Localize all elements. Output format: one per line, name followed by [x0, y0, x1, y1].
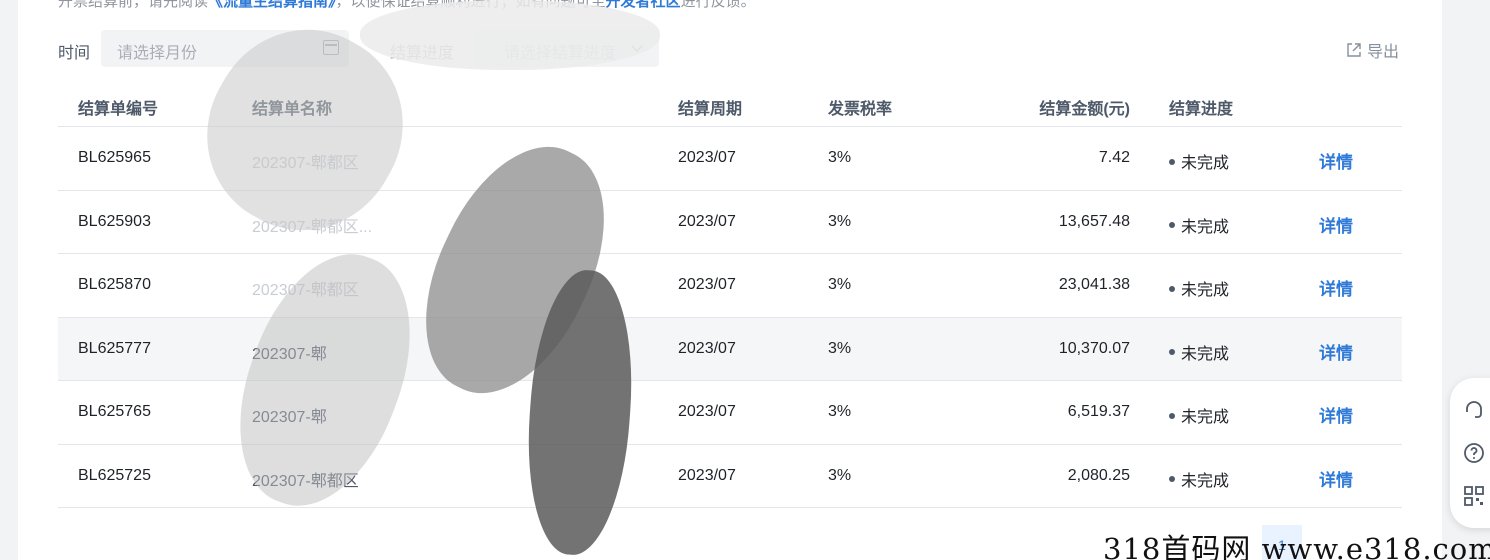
- settlement-period: 2023/07: [678, 149, 736, 166]
- month-picker[interactable]: 请选择月份: [101, 30, 349, 67]
- status-text: 未完成: [1181, 282, 1230, 299]
- settlement-period: 2023/07: [678, 403, 736, 420]
- settlement-amount: 2,080.25: [1067, 466, 1130, 484]
- settlement-name: 202307-郫都区: [252, 155, 359, 172]
- settlement-status: 未完成: [1169, 213, 1229, 237]
- settlement-name: 202307-郫都区: [252, 472, 359, 490]
- notice-suffix: 进行反馈。: [680, 0, 756, 10]
- table-row: BL625777 202307-郫 2023/07 3% 10,370.07 未…: [58, 317, 1402, 381]
- tax-rate: 3%: [828, 149, 852, 166]
- detail-link[interactable]: 详情: [1319, 339, 1353, 364]
- settlement-notice: 开票结算前，请先阅读《流量主结算指南》，以便保证结算顺利进行；如有问题可至开发者…: [58, 0, 756, 11]
- settlement-id: BL625870: [78, 276, 151, 293]
- col-header-tax: 发票税率: [828, 101, 893, 118]
- settlement-name: 202307-郫: [252, 409, 327, 426]
- settlement-name: 202307-郫都区: [252, 282, 359, 299]
- settlement-period: 2023/07: [678, 466, 736, 484]
- status-dot-icon: [1169, 476, 1175, 483]
- notice-middle: ，以便保证结算顺利进行；如有问题可至: [335, 0, 606, 10]
- headset-icon[interactable]: [1462, 398, 1486, 422]
- progress-select[interactable]: 请选择结算进度: [474, 30, 659, 67]
- help-icon[interactable]: [1462, 441, 1486, 465]
- detail-link[interactable]: 详情: [1319, 275, 1353, 300]
- table-row: BL625870 202307-郫都区 2023/07 3% 23,041.38…: [58, 254, 1402, 318]
- col-header-amount: 结算金额(元): [1039, 101, 1130, 118]
- tax-rate: 3%: [828, 339, 852, 357]
- side-toolbar: [1450, 378, 1490, 528]
- status-text: 未完成: [1181, 345, 1230, 363]
- settlement-period: 2023/07: [678, 212, 736, 230]
- progress-filter-label: 结算进度: [390, 45, 455, 62]
- settlement-period: 2023/07: [678, 276, 736, 293]
- detail-link[interactable]: 详情: [1319, 402, 1353, 427]
- settlement-status: 未完成: [1169, 340, 1229, 364]
- settlement-amount: 23,041.38: [1058, 276, 1130, 293]
- settlement-id: BL625965: [78, 149, 151, 166]
- tax-rate: 3%: [828, 466, 852, 484]
- table-row: BL625765 202307-郫 2023/07 3% 6,519.37 未完…: [58, 381, 1402, 445]
- settlement-table: 结算单编号 结算单名称 结算周期 发票税率 结算金额(元) 结算进度 BL625…: [58, 82, 1402, 508]
- status-dot-icon: [1169, 222, 1175, 229]
- col-header-status: 结算进度: [1169, 101, 1234, 118]
- export-label: 导出: [1367, 44, 1400, 61]
- tax-rate: 3%: [828, 276, 852, 293]
- table-row: BL625725 202307-郫都区 2023/07 3% 2,080.25 …: [58, 445, 1402, 508]
- month-picker-placeholder: 请选择月份: [117, 45, 198, 62]
- settlement-id: BL625903: [78, 212, 151, 230]
- calendar-icon: [323, 40, 339, 55]
- site-watermark: 318首码网 www.e318.com: [1103, 532, 1490, 560]
- developer-community-link[interactable]: 开发者社区: [606, 0, 681, 10]
- external-link-icon: [1347, 43, 1361, 57]
- status-text: 未完成: [1181, 472, 1230, 490]
- settlement-guide-link[interactable]: 《流量主结算指南》: [208, 0, 336, 10]
- status-dot-icon: [1169, 285, 1175, 292]
- export-button[interactable]: 导出: [1346, 38, 1399, 62]
- settlement-period: 2023/07: [678, 339, 736, 357]
- notice-prefix: 开票结算前，请先阅读: [58, 0, 209, 10]
- tax-rate: 3%: [828, 212, 852, 230]
- detail-link[interactable]: 详情: [1319, 212, 1353, 237]
- settlement-id: BL625725: [78, 466, 151, 484]
- status-text: 未完成: [1181, 409, 1230, 426]
- status-text: 未完成: [1181, 218, 1230, 236]
- settlement-status: 未完成: [1169, 403, 1229, 427]
- settlement-name: 202307-郫都区...: [252, 218, 373, 236]
- qrcode-icon[interactable]: [1462, 484, 1486, 508]
- settlement-status: 未完成: [1169, 467, 1229, 491]
- settlement-id: BL625765: [78, 403, 151, 420]
- status-dot-icon: [1169, 158, 1175, 165]
- time-filter-label: 时间: [58, 45, 91, 62]
- table-row: BL625903 202307-郫都区... 2023/07 3% 13,657…: [58, 191, 1402, 254]
- settlement-status: 未完成: [1169, 276, 1229, 300]
- status-dot-icon: [1169, 412, 1175, 419]
- chevron-down-icon: [631, 40, 643, 52]
- settlement-amount: 7.42: [1098, 149, 1130, 166]
- settlement-status: 未完成: [1169, 149, 1229, 173]
- status-text: 未完成: [1181, 155, 1230, 172]
- progress-select-placeholder: 请选择结算进度: [504, 45, 617, 62]
- tax-rate: 3%: [828, 403, 852, 420]
- detail-link[interactable]: 详情: [1319, 466, 1353, 491]
- col-header-period: 结算周期: [678, 101, 743, 118]
- status-dot-icon: [1169, 349, 1175, 356]
- settlement-amount: 13,657.48: [1058, 212, 1130, 230]
- col-header-id: 结算单编号: [78, 101, 159, 118]
- col-header-name: 结算单名称: [252, 101, 333, 118]
- table-row: BL625965 202307-郫都区 2023/07 3% 7.42 未完成 …: [58, 127, 1402, 191]
- settlement-id: BL625777: [78, 339, 151, 357]
- settlement-amount: 10,370.07: [1058, 339, 1130, 357]
- settlement-amount: 6,519.37: [1067, 403, 1130, 420]
- table-header: 结算单编号 结算单名称 结算周期 发票税率 结算金额(元) 结算进度: [58, 82, 1402, 127]
- detail-link[interactable]: 详情: [1319, 148, 1353, 173]
- settlement-name: 202307-郫: [252, 345, 327, 363]
